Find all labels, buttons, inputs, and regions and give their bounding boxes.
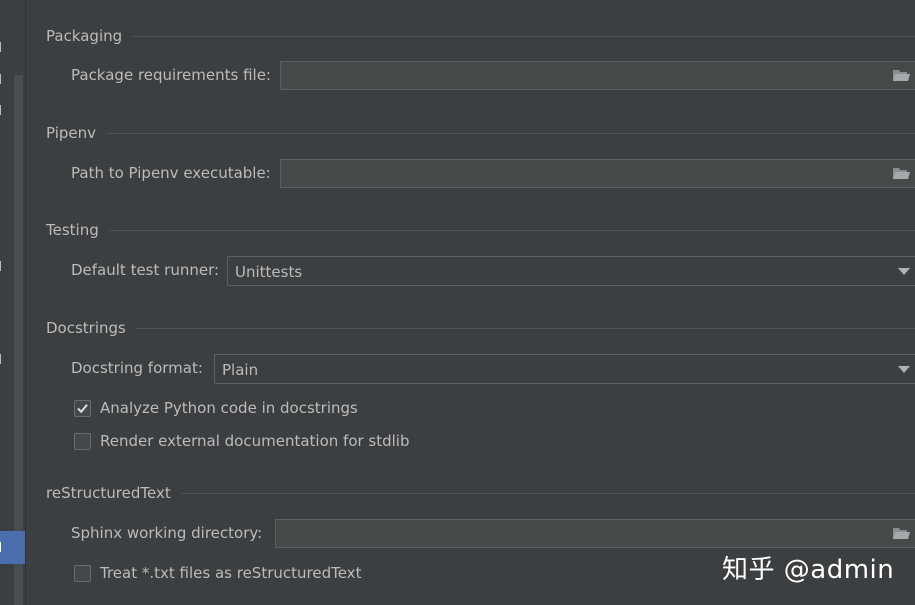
- render-external-docs-checkbox[interactable]: [74, 433, 91, 450]
- chevron-down-icon: [898, 268, 910, 275]
- panel-divider: [25, 0, 26, 605]
- section-title: Docstrings: [46, 319, 126, 337]
- sphinx-directory-label: Sphinx working directory:: [71, 524, 263, 542]
- docstring-format-label: Docstring format:: [71, 359, 203, 377]
- test-runner-dropdown[interactable]: Unittests: [227, 256, 915, 286]
- section-rule: [108, 229, 915, 231]
- docstring-format-value: Plain: [222, 361, 259, 379]
- analyze-python-label[interactable]: Analyze Python code in docstrings: [100, 399, 358, 417]
- render-external-docs-label[interactable]: Render external documentation for stdlib: [100, 432, 410, 450]
- section-docstrings: Docstrings: [46, 317, 915, 339]
- folder-icon[interactable]: [893, 168, 910, 179]
- chevron-down-icon: [898, 366, 910, 373]
- section-rule: [135, 327, 915, 329]
- package-requirements-label: Package requirements file:: [71, 66, 271, 84]
- section-pipenv: Pipenv: [46, 122, 915, 144]
- sphinx-directory-field[interactable]: [275, 519, 915, 548]
- folder-icon[interactable]: [893, 528, 910, 539]
- settings-tree-sidebar[interactable]: [0, 0, 25, 605]
- watermark: 知乎 @admin: [722, 555, 895, 585]
- test-runner-value: Unittests: [235, 263, 303, 281]
- folder-icon[interactable]: [893, 70, 910, 81]
- tree-item-marker[interactable]: [0, 261, 5, 271]
- treat-txt-label[interactable]: Treat *.txt files as reStructuredText: [100, 564, 361, 582]
- tree-item-marker[interactable]: [0, 354, 5, 364]
- section-title: Packaging: [46, 27, 123, 45]
- sidebar-scrollbar[interactable]: [14, 75, 23, 605]
- section-title: Pipenv: [46, 124, 97, 142]
- analyze-python-checkbox[interactable]: [74, 400, 91, 417]
- tree-item-marker[interactable]: [0, 42, 5, 52]
- section-rule: [106, 132, 915, 134]
- section-title: Testing: [46, 221, 99, 239]
- section-testing: Testing: [46, 219, 915, 241]
- section-title: reStructuredText: [46, 484, 171, 502]
- section-restructuredtext: reStructuredText: [46, 482, 915, 504]
- tree-item-marker: [0, 542, 5, 552]
- docstring-format-dropdown[interactable]: Plain: [214, 354, 915, 384]
- tree-item-selected[interactable]: [0, 531, 25, 564]
- tree-item-marker[interactable]: [0, 105, 5, 115]
- package-requirements-field[interactable]: [280, 61, 915, 90]
- pipenv-path-field[interactable]: [280, 159, 915, 188]
- checkmark-icon: [77, 404, 88, 414]
- treat-txt-checkbox[interactable]: [74, 565, 91, 582]
- section-packaging: Packaging: [46, 25, 915, 47]
- test-runner-label: Default test runner:: [71, 261, 220, 279]
- pipenv-path-label: Path to Pipenv executable:: [71, 164, 271, 182]
- tree-item-marker[interactable]: [0, 74, 5, 84]
- section-rule: [180, 492, 915, 494]
- section-rule: [132, 35, 915, 37]
